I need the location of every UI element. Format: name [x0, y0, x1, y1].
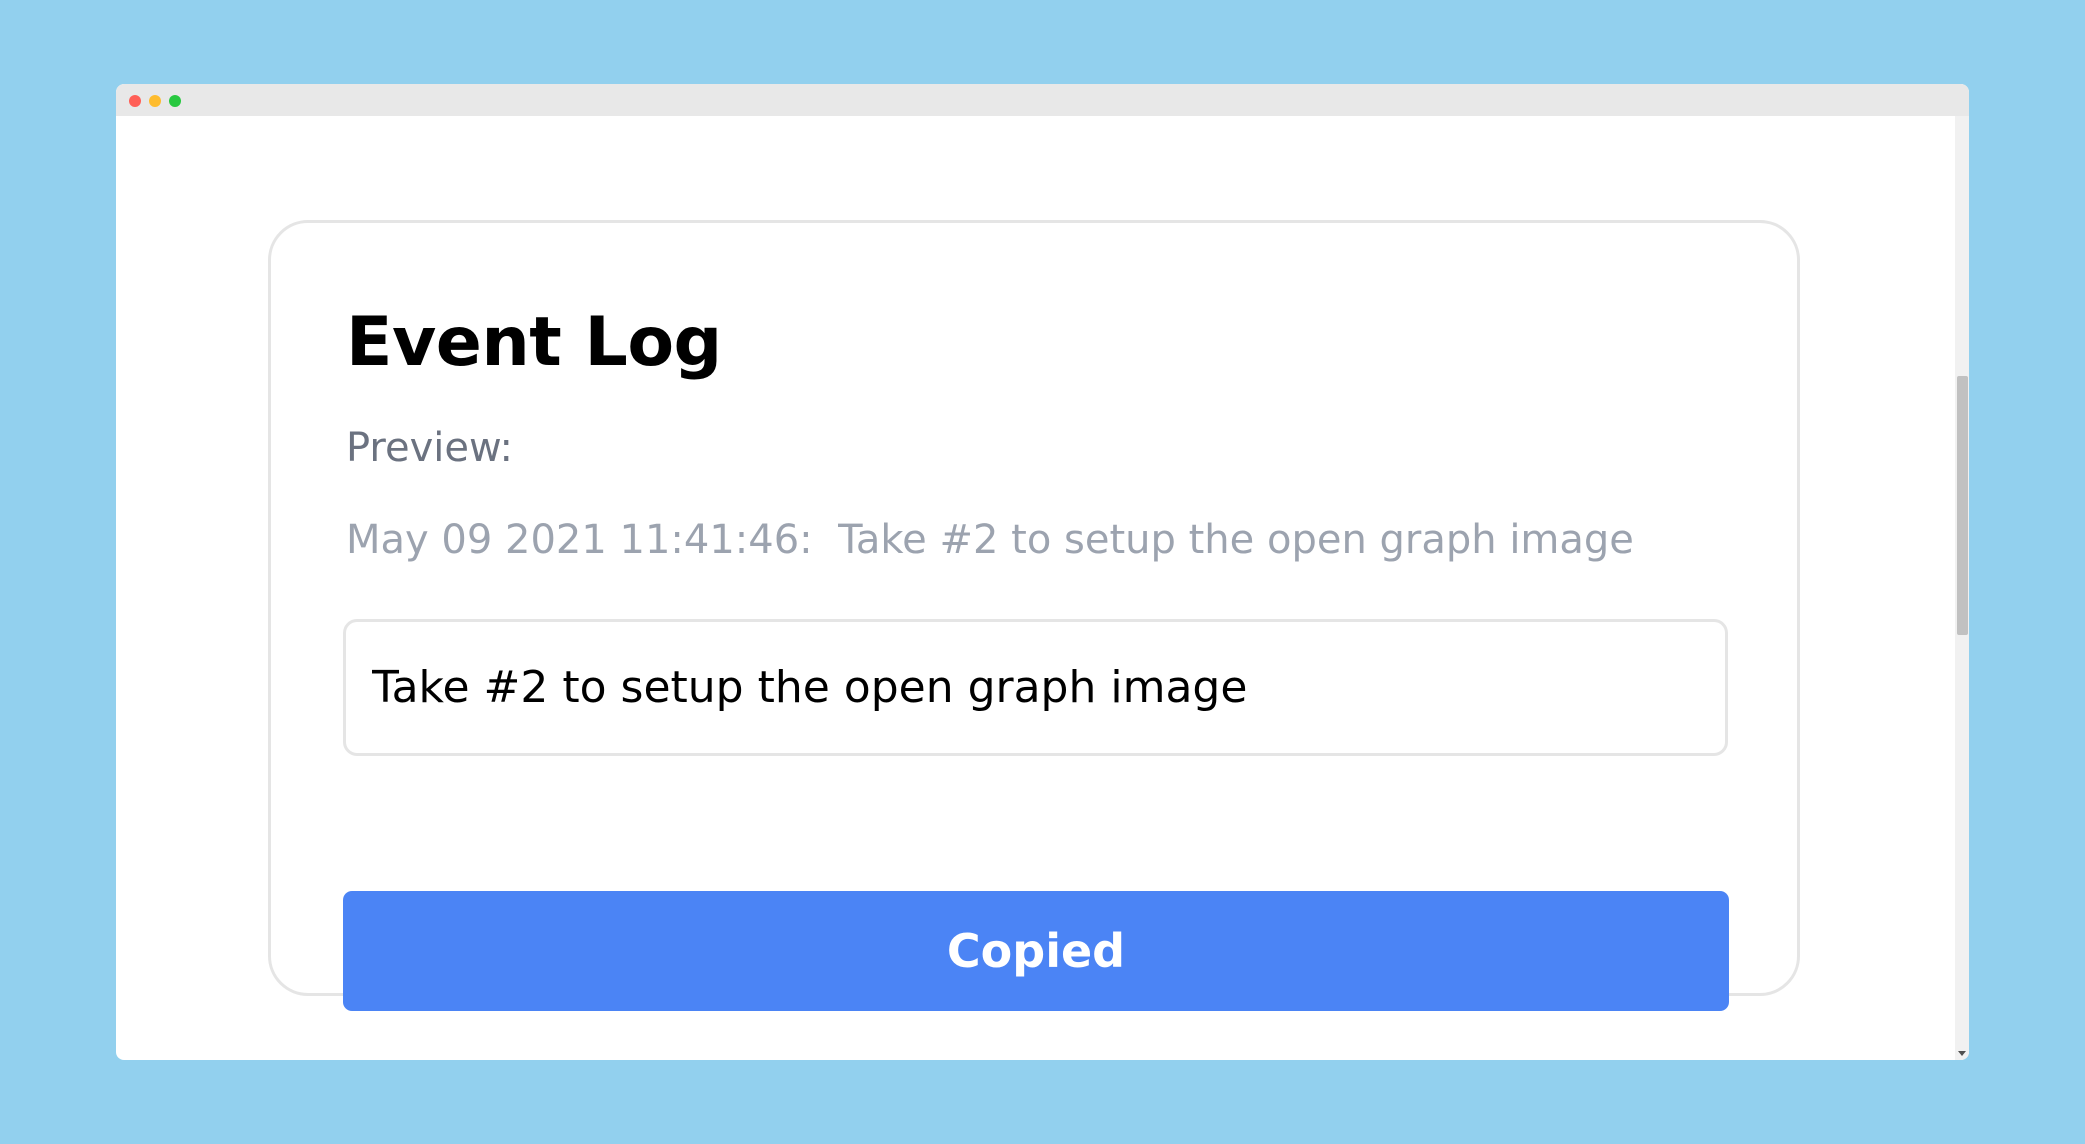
event-message-input[interactable]	[343, 619, 1728, 756]
scroll-down-arrow-icon[interactable]	[1958, 1051, 1966, 1056]
close-window-button[interactable]	[129, 95, 141, 107]
browser-window: Event Log Preview: May 09 2021 11:41:46:…	[116, 84, 1969, 1060]
event-log-card: Event Log Preview: May 09 2021 11:41:46:…	[268, 220, 1800, 1011]
scrollbar-thumb[interactable]	[1957, 376, 1968, 635]
page-title: Event Log	[346, 303, 722, 382]
minimize-window-button[interactable]	[149, 95, 161, 107]
copy-button[interactable]: Copied	[343, 891, 1729, 1011]
window-titlebar	[116, 84, 1969, 116]
maximize-window-button[interactable]	[169, 95, 181, 107]
vertical-scrollbar[interactable]	[1955, 116, 1969, 1060]
preview-text: May 09 2021 11:41:46: Take #2 to setup t…	[346, 517, 1634, 563]
preview-label: Preview:	[346, 425, 513, 471]
